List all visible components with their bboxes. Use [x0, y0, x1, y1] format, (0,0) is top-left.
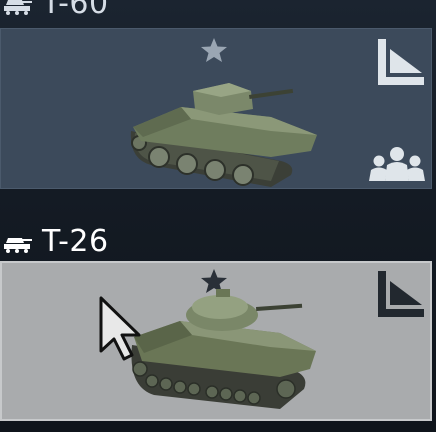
mouse-cursor-icon: [99, 296, 141, 361]
vehicle-title-t26: T-26: [0, 224, 109, 259]
vehicle-name: T-60: [42, 0, 109, 21]
star-icon: [201, 38, 227, 62]
tank-image-t60: [130, 83, 317, 187]
vehicle-name: T-26: [42, 224, 109, 259]
vehicle-title-t60: T-60: [0, 0, 109, 21]
tank-image-t26: [131, 289, 316, 409]
light-tank-icon: [4, 237, 32, 253]
rank-chevron-icon: [378, 271, 424, 317]
light-tank-icon: [4, 0, 32, 15]
rank-chevron-icon: [378, 39, 424, 85]
vehicle-card-t26[interactable]: [0, 261, 432, 421]
vehicle-card-t60[interactable]: [0, 28, 432, 189]
crew-icon: [369, 147, 425, 181]
